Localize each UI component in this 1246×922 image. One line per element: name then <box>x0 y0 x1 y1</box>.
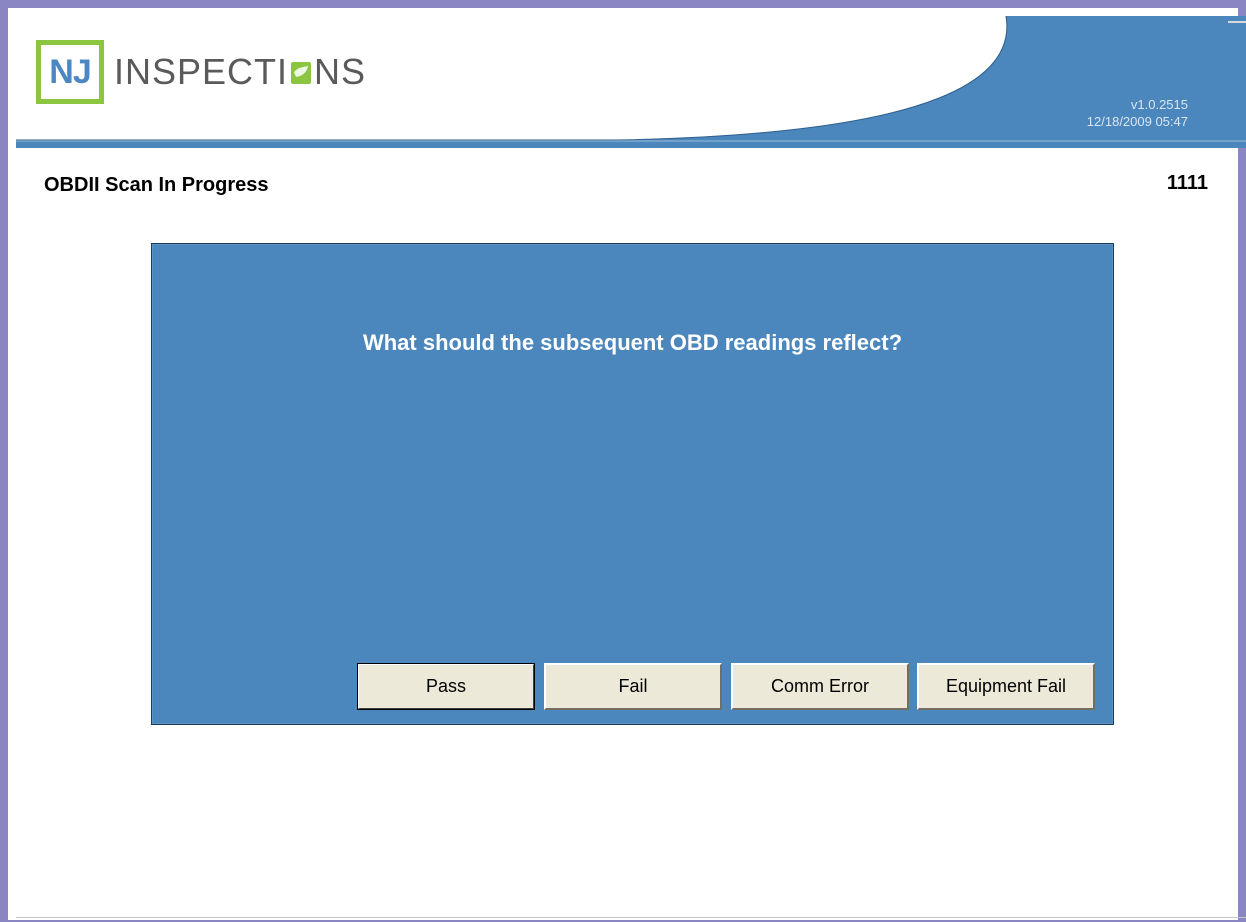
bottom-divider <box>16 917 1246 918</box>
leaf-o-icon <box>291 62 312 84</box>
logo-nj-mark: NJ <box>36 40 104 104</box>
dialog-question: What should the subsequent OBD readings … <box>362 330 903 355</box>
pass-button[interactable]: Pass <box>357 663 535 710</box>
app-window-frame: NJ INSPECTI NS v1.0.2515 12/18/2009 05:4… <box>0 0 1246 922</box>
version-info: v1.0.2515 12/18/2009 05:47 <box>1087 96 1188 130</box>
logo-word-end: NS <box>314 51 367 92</box>
comm-error-button-label: Comm Error <box>771 676 869 696</box>
equipment-fail-button[interactable]: Equipment Fail <box>917 663 1095 710</box>
fail-button-label: Fail <box>618 676 648 696</box>
pass-button-label: Pass <box>425 676 467 696</box>
obd-result-dialog: What should the subsequent OBD readings … <box>151 243 1114 725</box>
app-header: NJ INSPECTI NS v1.0.2515 12/18/2009 05:4… <box>16 16 1246 148</box>
station-id: 1111 <box>1166 172 1208 194</box>
datetime-label: 12/18/2009 05:47 <box>1086 114 1188 129</box>
comm-error-button[interactable]: Comm Error <box>731 663 909 710</box>
logo-word-start: INSPECTI <box>114 51 289 92</box>
fail-button[interactable]: Fail <box>544 663 722 710</box>
equipment-fail-button-label: Equipment Fail <box>945 676 1067 696</box>
nj-inspections-logo: NJ INSPECTI NS <box>36 40 366 104</box>
version-label: v1.0.2515 <box>1130 97 1188 112</box>
page-title: OBDII Scan In Progress <box>44 174 269 196</box>
logo-wordmark: INSPECTI NS <box>114 51 366 93</box>
